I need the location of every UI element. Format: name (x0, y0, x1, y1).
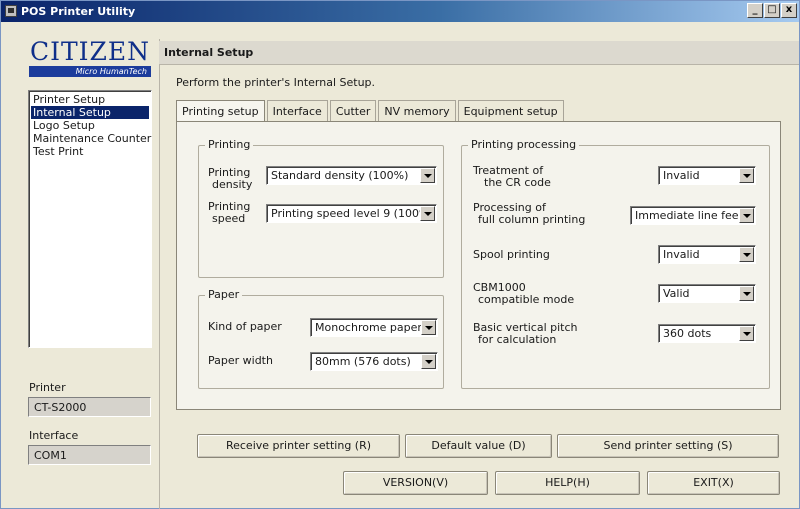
full-column-value: Immediate line feed (635, 209, 746, 222)
nav-item-internal-setup[interactable]: Internal Setup (31, 106, 149, 119)
nav-item-maintenance-counter[interactable]: Maintenance Counter (31, 132, 151, 145)
title-bar[interactable]: POS Printer Utility _ □ x (1, 1, 799, 22)
vertical-pitch-select[interactable]: 360 dots (658, 324, 756, 343)
send-printer-setting-button[interactable]: Send printer setting (S) (557, 434, 779, 458)
receive-printer-setting-button[interactable]: Receive printer setting (R) (197, 434, 400, 458)
printing-processing-group: Printing processing Treatment of the CR … (461, 138, 770, 389)
kind-of-paper-value: Monochrome paper (315, 321, 422, 334)
cbm1000-label: CBM1000 compatible mode (473, 282, 574, 306)
printing-group-title: Printing (205, 138, 254, 151)
cr-code-value: Invalid (663, 169, 700, 182)
printing-density-select[interactable]: Standard density (100%) (266, 166, 437, 185)
tab-nv-memory[interactable]: NV memory (378, 100, 456, 122)
spool-printing-select[interactable]: Invalid (658, 245, 756, 264)
chevron-down-icon[interactable] (420, 206, 435, 221)
logo-tagline: Micro HumanTech (29, 66, 151, 77)
cr-code-select[interactable]: Invalid (658, 166, 756, 185)
default-value-button[interactable]: Default value (D) (405, 434, 552, 458)
paper-group: Paper Kind of paper Monochrome paper Pap… (198, 288, 444, 389)
printing-speed-value: Printing speed level 9 (100%) (271, 207, 434, 220)
chevron-down-icon[interactable] (421, 320, 436, 335)
paper-width-value: 80mm (576 dots) (315, 355, 411, 368)
printing-density-value: Standard density (100%) (271, 169, 409, 182)
vertical-pitch-label: Basic vertical pitch for calculation (473, 322, 578, 346)
full-column-label-line2: full column printing (478, 213, 586, 226)
cbm1000-mode-select[interactable]: Valid (658, 284, 756, 303)
kind-of-paper-label: Kind of paper (208, 320, 282, 333)
kind-of-paper-select[interactable]: Monochrome paper (310, 318, 438, 337)
help-button[interactable]: HELP(H) (495, 471, 640, 495)
chevron-down-icon[interactable] (739, 168, 754, 183)
spool-printing-label: Spool printing (473, 248, 550, 261)
version-button[interactable]: VERSION(V) (343, 471, 488, 495)
settings-tabs: Printing setup Interface Cutter NV memor… (176, 100, 566, 123)
printing-group: Printing Printing density Standard densi… (198, 138, 444, 278)
interface-port-field: COM1 (28, 445, 151, 465)
nav-item-printer-setup[interactable]: Printer Setup (31, 93, 149, 106)
logo-brand: CITIZEN (29, 37, 151, 66)
chevron-down-icon[interactable] (421, 354, 436, 369)
tab-cutter[interactable]: Cutter (329, 100, 377, 122)
printing-setup-panel: Printing Printing density Standard densi… (176, 121, 781, 410)
maximize-button[interactable]: □ (764, 3, 780, 18)
printer-model-field: CT-S2000 (28, 397, 151, 417)
speed-label: Printing speed (208, 201, 250, 225)
vertical-pitch-label-line2: for calculation (478, 333, 557, 346)
paper-width-select[interactable]: 80mm (576 dots) (310, 352, 438, 371)
page-title: Internal Setup (159, 41, 799, 65)
spool-printing-value: Invalid (663, 248, 700, 261)
chevron-down-icon[interactable] (739, 286, 754, 301)
full-column-label: Processing of full column printing (473, 202, 585, 226)
processing-group-title: Printing processing (468, 138, 580, 151)
page-description: Perform the printer's Internal Setup. (176, 76, 376, 89)
setup-nav-list[interactable]: Printer Setup Internal Setup Logo Setup … (28, 90, 152, 348)
paper-group-title: Paper (205, 288, 243, 301)
cbm1000-label-line2: compatible mode (478, 293, 575, 306)
vertical-pitch-value: 360 dots (663, 327, 712, 340)
window-title: POS Printer Utility (21, 5, 136, 18)
cbm1000-mode-value: Valid (663, 287, 690, 300)
app-window: POS Printer Utility _ □ x CITIZEN Micro … (0, 0, 800, 509)
density-label-line2: density (212, 178, 253, 191)
citizen-logo: CITIZEN Micro HumanTech (29, 39, 151, 79)
chevron-down-icon[interactable] (739, 208, 754, 223)
nav-item-test-print[interactable]: Test Print (31, 145, 149, 158)
full-column-select[interactable]: Immediate line feed (630, 206, 756, 225)
nav-item-logo-setup[interactable]: Logo Setup (31, 119, 149, 132)
tab-printing-setup[interactable]: Printing setup (176, 100, 265, 123)
minimize-button[interactable]: _ (747, 3, 763, 18)
chevron-down-icon[interactable] (739, 326, 754, 341)
tab-interface[interactable]: Interface (266, 100, 328, 122)
cr-code-label: Treatment of the CR code (473, 165, 551, 189)
chevron-down-icon[interactable] (739, 247, 754, 262)
interface-label: Interface (29, 429, 79, 442)
printer-label: Printer (29, 381, 66, 394)
exit-button[interactable]: EXIT(X) (647, 471, 780, 495)
printing-speed-select[interactable]: Printing speed level 9 (100%) (266, 204, 437, 223)
paper-width-label: Paper width (208, 354, 273, 367)
pane-divider (159, 39, 160, 509)
printer-app-icon (5, 5, 17, 17)
tab-equipment-setup[interactable]: Equipment setup (457, 100, 564, 122)
cr-code-label-line2: the CR code (484, 176, 551, 189)
speed-label-line2: speed (212, 212, 246, 225)
density-label: Printing density (208, 167, 252, 191)
chevron-down-icon[interactable] (420, 168, 435, 183)
close-button[interactable]: x (781, 3, 797, 18)
window-controls: _ □ x (747, 3, 797, 18)
